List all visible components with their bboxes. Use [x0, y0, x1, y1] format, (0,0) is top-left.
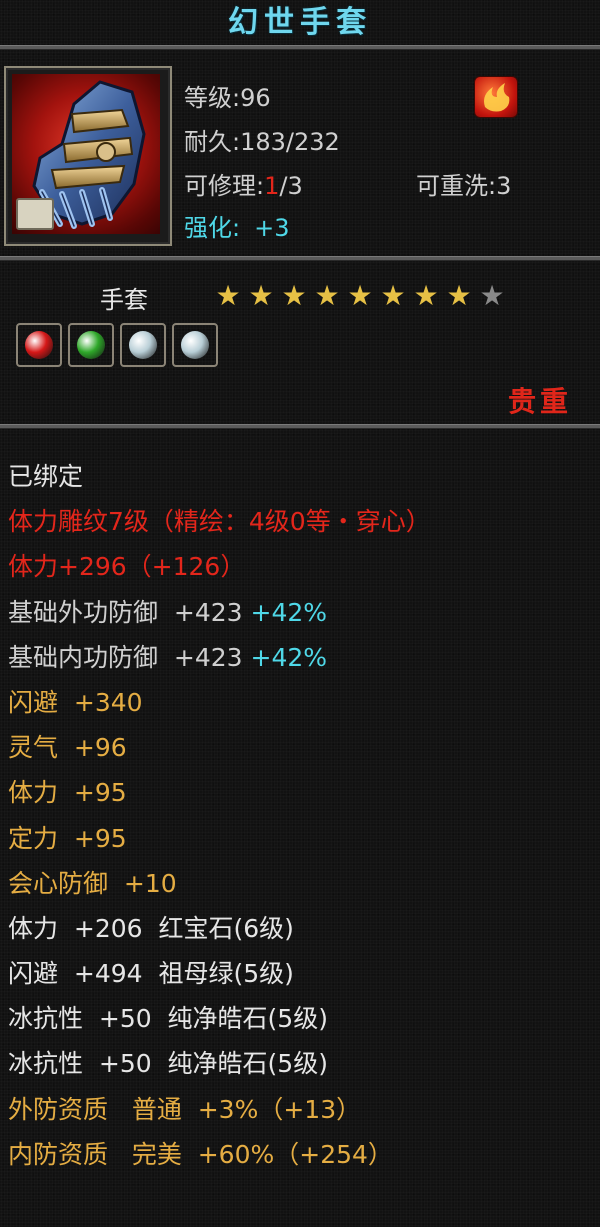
gem-slot[interactable] [68, 323, 114, 367]
durability-value: 183/232 [240, 128, 340, 156]
attribute-list: 已绑定 体力雕纹7级（精绘：4级0等・穿心） 体力+296（+126） 基础外功防御… [8, 454, 431, 1177]
star-filled-icon: ★ [413, 279, 439, 312]
bound-status: 已绑定 [8, 462, 84, 491]
attribute-row: 冰抗性 +50 纯净皓石(5级) [8, 996, 431, 1041]
attribute-row: 体力 +95 [8, 770, 431, 815]
attribute-text: 冰抗性 +50 纯净皓石(5级) [8, 1049, 328, 1079]
attribute-text: 定力 +95 [8, 823, 127, 853]
rewash-count: 可重洗:3 [416, 172, 512, 200]
star-filled-icon: ★ [248, 279, 274, 312]
white-gem-icon [129, 331, 157, 359]
attribute-text: 体力雕纹7级（精绘：4级0等・穿心） [8, 507, 431, 537]
star-rating: ★ ★ ★ ★ ★ ★ ★ ★ ★ [212, 282, 508, 310]
attribute-text: 内防资质 完美 +60%（+254） [8, 1139, 393, 1169]
star-filled-icon: ★ [446, 279, 472, 312]
attribute-text: +42% [250, 642, 328, 672]
item-title: 幻世手套 [228, 5, 372, 40]
attribute-text: 体力 +206 红宝石(6级) [8, 913, 294, 943]
red-gem-icon [25, 331, 53, 359]
attribute-text: 灵气 +96 [8, 733, 127, 763]
attribute-text: 体力+296（+126） [8, 552, 246, 582]
attribute-text: 外防资质 普通 +3%（+13） [8, 1094, 362, 1124]
attribute-text: 冰抗性 +50 纯净皓石(5级) [8, 1004, 328, 1034]
attribute-row: 外防资质 普通 +3%（+13） [8, 1087, 431, 1132]
attribute-text: 基础外功防御 +423 [8, 597, 251, 627]
white-gem-icon [181, 331, 209, 359]
attribute-row: 冰抗性 +50 纯净皓石(5级) [8, 1041, 431, 1086]
item-image [12, 74, 160, 234]
attribute-row: 基础外功防御 +423 +42% [8, 590, 431, 635]
attribute-row: 体力+296（+126） [8, 544, 431, 589]
star-empty-icon: ★ [479, 279, 505, 312]
attribute-row: 体力 +206 红宝石(6级) [8, 906, 431, 951]
attribute-text: 会心防御 +10 [8, 868, 177, 898]
durability-label: 耐久: [184, 128, 241, 156]
divider [0, 256, 600, 261]
enhance-label: 强化: [184, 214, 241, 242]
gem-slot[interactable] [16, 323, 62, 367]
gem-slot[interactable] [120, 323, 166, 367]
lock-icon [16, 198, 54, 230]
star-filled-icon: ★ [380, 279, 406, 312]
attribute-row: 内防资质 完美 +60%（+254） [8, 1132, 431, 1177]
attribute-text: 闪避 +494 祖母绿(5级) [8, 959, 294, 989]
green-gem-icon [77, 331, 105, 359]
divider [0, 424, 600, 429]
star-filled-icon: ★ [347, 279, 373, 312]
star-filled-icon: ★ [281, 279, 307, 312]
divider [0, 45, 600, 50]
attribute-text: 闪避 +340 [8, 687, 143, 717]
durability-row: 耐久:183/232 [184, 122, 340, 157]
enhance-value: +3 [254, 214, 290, 242]
gem-slots [16, 323, 218, 367]
repair-total: /3 [279, 172, 303, 200]
repair-current: 1 [264, 172, 280, 200]
repair-label: 可修理: [184, 172, 265, 200]
attribute-text: +42% [250, 597, 328, 627]
rarity-label: 贵重 [507, 385, 572, 418]
fire-rune-icon [474, 76, 518, 118]
attribute-row: 闪避 +494 祖母绿(5级) [8, 951, 431, 996]
attribute-text: 体力 +95 [8, 778, 127, 808]
item-level: 等级:96 [184, 84, 271, 112]
attribute-row: 灵气 +96 [8, 725, 431, 770]
item-icon-frame[interactable] [4, 66, 172, 246]
repair-row: 可修理:1/3 [184, 166, 303, 201]
gem-slot[interactable] [172, 323, 218, 367]
attribute-row: 基础内功防御 +423 +42% [8, 635, 431, 680]
attribute-row: 体力雕纹7级（精绘：4级0等・穿心） [8, 499, 431, 544]
attribute-row: 会心防御 +10 [8, 861, 431, 906]
enhance-row: 强化: +3 [184, 208, 289, 243]
attribute-row: 定力 +95 [8, 816, 431, 861]
attribute-row: 闪避 +340 [8, 680, 431, 725]
attribute-text: 基础内功防御 +423 [8, 642, 251, 672]
star-filled-icon: ★ [215, 279, 241, 312]
item-type: 手套 [100, 286, 148, 314]
star-filled-icon: ★ [314, 279, 340, 312]
